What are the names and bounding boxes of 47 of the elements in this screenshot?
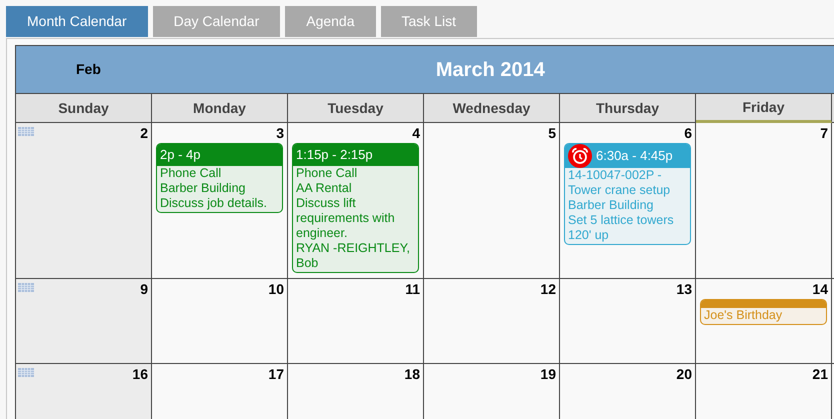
week-view-icon[interactable] <box>18 127 34 136</box>
day-number[interactable]: 21 <box>812 366 828 382</box>
weekday-header: Tuesday <box>288 94 424 123</box>
event-text: RYAN -REIGHTLEY, Bob <box>296 241 411 271</box>
event-text: Discuss job details. <box>160 196 268 211</box>
day-number[interactable]: 18 <box>404 366 420 382</box>
week-view-icon[interactable] <box>18 283 34 292</box>
event-text: Set 5 lattice towers 120' up <box>568 213 675 243</box>
weekday-header: Sunday <box>16 94 152 123</box>
day-number[interactable]: 12 <box>540 281 556 297</box>
week-view-icon[interactable] <box>18 368 34 377</box>
day-number[interactable]: 17 <box>268 366 284 382</box>
alarm-clock-icon <box>568 144 592 168</box>
event-text: Joe's Birthday <box>704 308 784 323</box>
weekday-header: Friday <box>696 94 832 123</box>
event-text: Discuss lift requirements with engineer. <box>296 196 396 241</box>
day-number[interactable]: 19 <box>540 366 556 382</box>
event-card[interactable]: 1:15p - 2:15p Phone Call AA Rental Discuss lift requirements with engineer. RYAN -REIGHTLEY, Bob <box>292 143 419 273</box>
previous-month-link[interactable]: Feb <box>76 59 101 80</box>
event-text: Phone Call <box>296 166 358 181</box>
day-number[interactable]: 4 <box>412 125 420 141</box>
event-text: AA Rental <box>296 181 353 196</box>
day-number[interactable]: 9 <box>140 281 148 297</box>
event-card[interactable]: 2p - 4p Phone Call Barber Building Discuss job details. <box>156 143 283 213</box>
day-number[interactable]: 6 <box>684 125 692 141</box>
month-title: March 2014 <box>436 58 545 82</box>
event-text: Barber Building <box>568 198 654 213</box>
weekday-header: Monday <box>152 94 288 123</box>
day-number[interactable]: 20 <box>676 366 692 382</box>
event-text: Phone Call <box>160 166 222 181</box>
day-number[interactable]: 16 <box>132 366 148 382</box>
day-number[interactable]: 2 <box>140 125 148 141</box>
day-number[interactable]: 5 <box>548 125 556 141</box>
day-number[interactable]: 7 <box>820 125 828 141</box>
event-time: 1:15p - 2:15p <box>296 146 373 164</box>
day-number[interactable]: 13 <box>676 281 692 297</box>
day-number[interactable]: 10 <box>268 281 284 297</box>
weekday-header: Wednesday <box>424 94 560 123</box>
day-number[interactable]: 14 <box>812 281 828 297</box>
tab[interactable]: Month Calendar <box>6 6 148 37</box>
event-time: 6:30a - 4:45p <box>596 147 673 165</box>
day-number[interactable]: 3 <box>276 125 284 141</box>
event-time: 2p - 4p <box>160 146 200 164</box>
weekday-header: Thursday <box>560 94 696 123</box>
event-text: 14-10047-002P - Tower crane setup <box>568 168 672 198</box>
day-number[interactable]: 11 <box>405 281 420 297</box>
event-text: Barber Building <box>160 181 246 196</box>
